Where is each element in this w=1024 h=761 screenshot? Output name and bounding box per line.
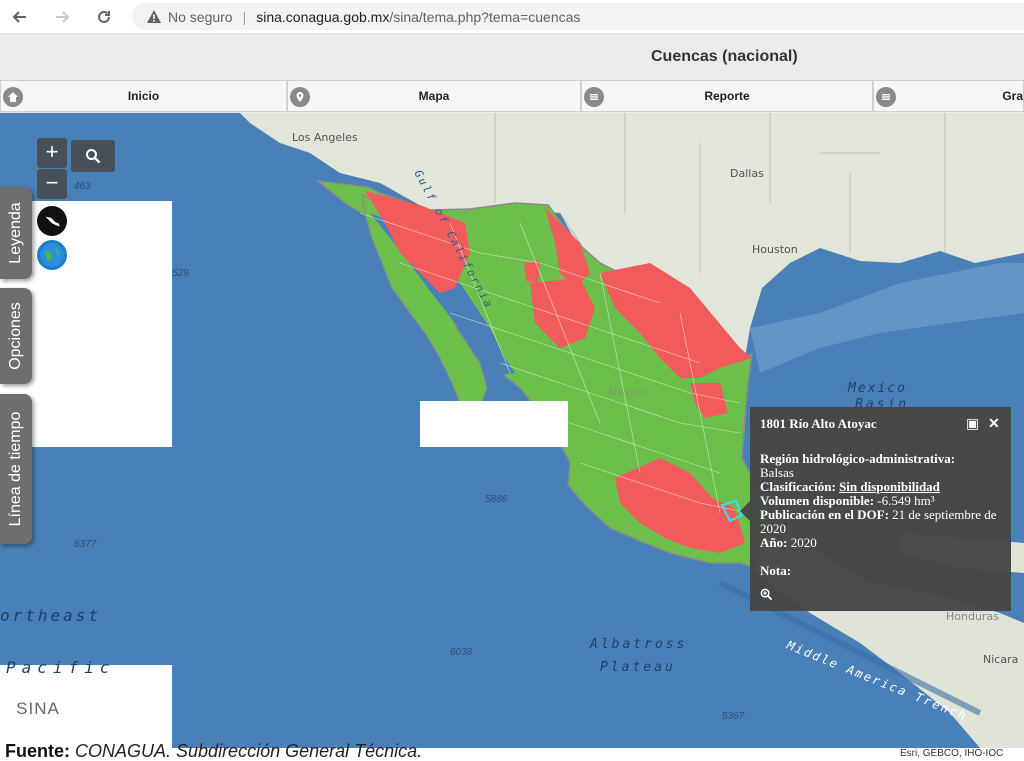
search-icon	[86, 149, 101, 164]
source-note: Fuente: CONAGUA. Subdirección General Té…	[5, 741, 422, 761]
region-label: Región hidrológico-administrativa:	[760, 451, 956, 466]
mexico-extent-icon[interactable]	[37, 206, 67, 236]
forward-button[interactable]	[50, 5, 74, 29]
blank-overlay	[420, 401, 568, 447]
zoom-control: + −	[37, 138, 67, 199]
menu-graficas[interactable]: Gra	[873, 80, 1024, 112]
popup-body: Región hidrológico-administrativa: Balsa…	[760, 452, 1001, 604]
back-arrow-icon	[12, 11, 26, 23]
anio-label: Año:	[760, 535, 788, 550]
map-search-button[interactable]	[71, 140, 115, 172]
depth-label: 5886	[485, 494, 508, 505]
tab-linea-de-tiempo[interactable]: Línea de tiempo	[0, 394, 32, 544]
reload-button[interactable]	[92, 5, 116, 29]
menu-mapa-label: Mapa	[418, 89, 450, 103]
map-pin-icon	[290, 87, 310, 107]
popup-title: 1801 Río Alto Atoyac	[760, 416, 877, 431]
fuente-label: Fuente:	[5, 741, 70, 761]
ocean-label: Mexico	[848, 381, 907, 396]
address-bar[interactable]: No seguro | sina.conagua.gob.mx /sina/te…	[132, 3, 1024, 30]
insecure-label: No seguro	[168, 8, 233, 25]
city-label: Dallas	[730, 167, 764, 180]
ocean-label: ortheast	[0, 606, 102, 625]
zoom-out-button[interactable]: −	[37, 169, 67, 199]
region-value: Balsas	[760, 465, 794, 480]
volumen-label: Volumen disponible:	[760, 493, 875, 508]
reload-icon	[98, 10, 110, 23]
browser-toolbar: No seguro | sina.conagua.gob.mx /sina/te…	[0, 0, 1024, 34]
edge-label: Honduras	[946, 610, 999, 623]
zoom-in-button[interactable]: +	[37, 138, 67, 168]
menu-inicio[interactable]: Inicio	[0, 80, 287, 112]
url-host: sina.conagua.gob.mx	[256, 8, 390, 25]
clasif-label: Clasificación:	[760, 479, 836, 494]
omnibox-divider: |	[242, 8, 247, 25]
page-title: Cuencas (nacional)	[651, 48, 798, 65]
depth-label: 6038	[450, 647, 473, 658]
home-icon	[3, 87, 23, 107]
footer: Fuente: CONAGUA. Subdirección General Té…	[0, 741, 1024, 761]
info-popup: 1801 Río Alto Atoyac ▣ ✕ Región hidrológ…	[750, 407, 1011, 611]
tab-leyenda[interactable]: Leyenda	[0, 187, 32, 279]
menu-inicio-label: Inicio	[127, 89, 160, 103]
menu-reporte[interactable]: Reporte	[581, 80, 873, 112]
depth-label: 6377	[74, 539, 97, 550]
ocean-label: Plateau	[600, 660, 676, 675]
menu-reporte-label: Reporte	[704, 89, 750, 103]
depth-label: 529	[172, 268, 189, 279]
ocean-label: Pacific	[6, 658, 116, 677]
list-icon	[876, 87, 896, 107]
forward-arrow-icon	[56, 11, 70, 23]
maximize-icon[interactable]: ▣	[966, 416, 979, 433]
depth-label: 5367	[722, 711, 745, 722]
list-icon	[584, 87, 604, 107]
volumen-value: -6.549 hm³	[877, 493, 935, 508]
edge-label: Nicara	[983, 653, 1019, 666]
tab-opciones[interactable]: Opciones	[0, 288, 32, 384]
top-menu: Inicio Mapa Reporte Gra	[0, 80, 1024, 113]
nota-label: Nota:	[760, 563, 792, 578]
dof-label: Publicación en el DOF:	[760, 507, 889, 522]
fuente-value: CONAGUA. Subdirección General Técnica.	[75, 741, 423, 761]
zoom-to-icon[interactable]	[760, 588, 1001, 604]
city-label: Los Angeles	[292, 131, 358, 144]
clasif-value: Sin disponibilidad	[839, 479, 940, 494]
city-label: Mexico	[608, 386, 647, 399]
ocean-label: Albatross	[590, 637, 688, 652]
sina-logo: SINA	[7, 678, 69, 740]
app-header: Cuencas (nacional)	[0, 34, 1024, 80]
anio-value: 2020	[790, 535, 817, 550]
back-button[interactable]	[8, 5, 32, 29]
globe-icon[interactable]	[37, 240, 67, 270]
menu-graficas-label: Gra	[1002, 89, 1023, 103]
close-icon[interactable]: ✕	[988, 416, 1000, 433]
map-attribution: Esri, GEBCO, IHO-IOC	[896, 748, 1024, 761]
url-path: /sina/tema.php?tema=cuencas	[389, 8, 581, 25]
city-label: Houston	[752, 243, 798, 256]
depth-label: 463	[74, 181, 91, 192]
tab-opciones-label: Opciones	[7, 302, 24, 370]
tab-leyenda-label: Leyenda	[7, 202, 24, 264]
warning-icon	[147, 9, 161, 23]
menu-mapa[interactable]: Mapa	[287, 80, 581, 112]
tab-linea-de-tiempo-label: Línea de tiempo	[7, 411, 24, 527]
